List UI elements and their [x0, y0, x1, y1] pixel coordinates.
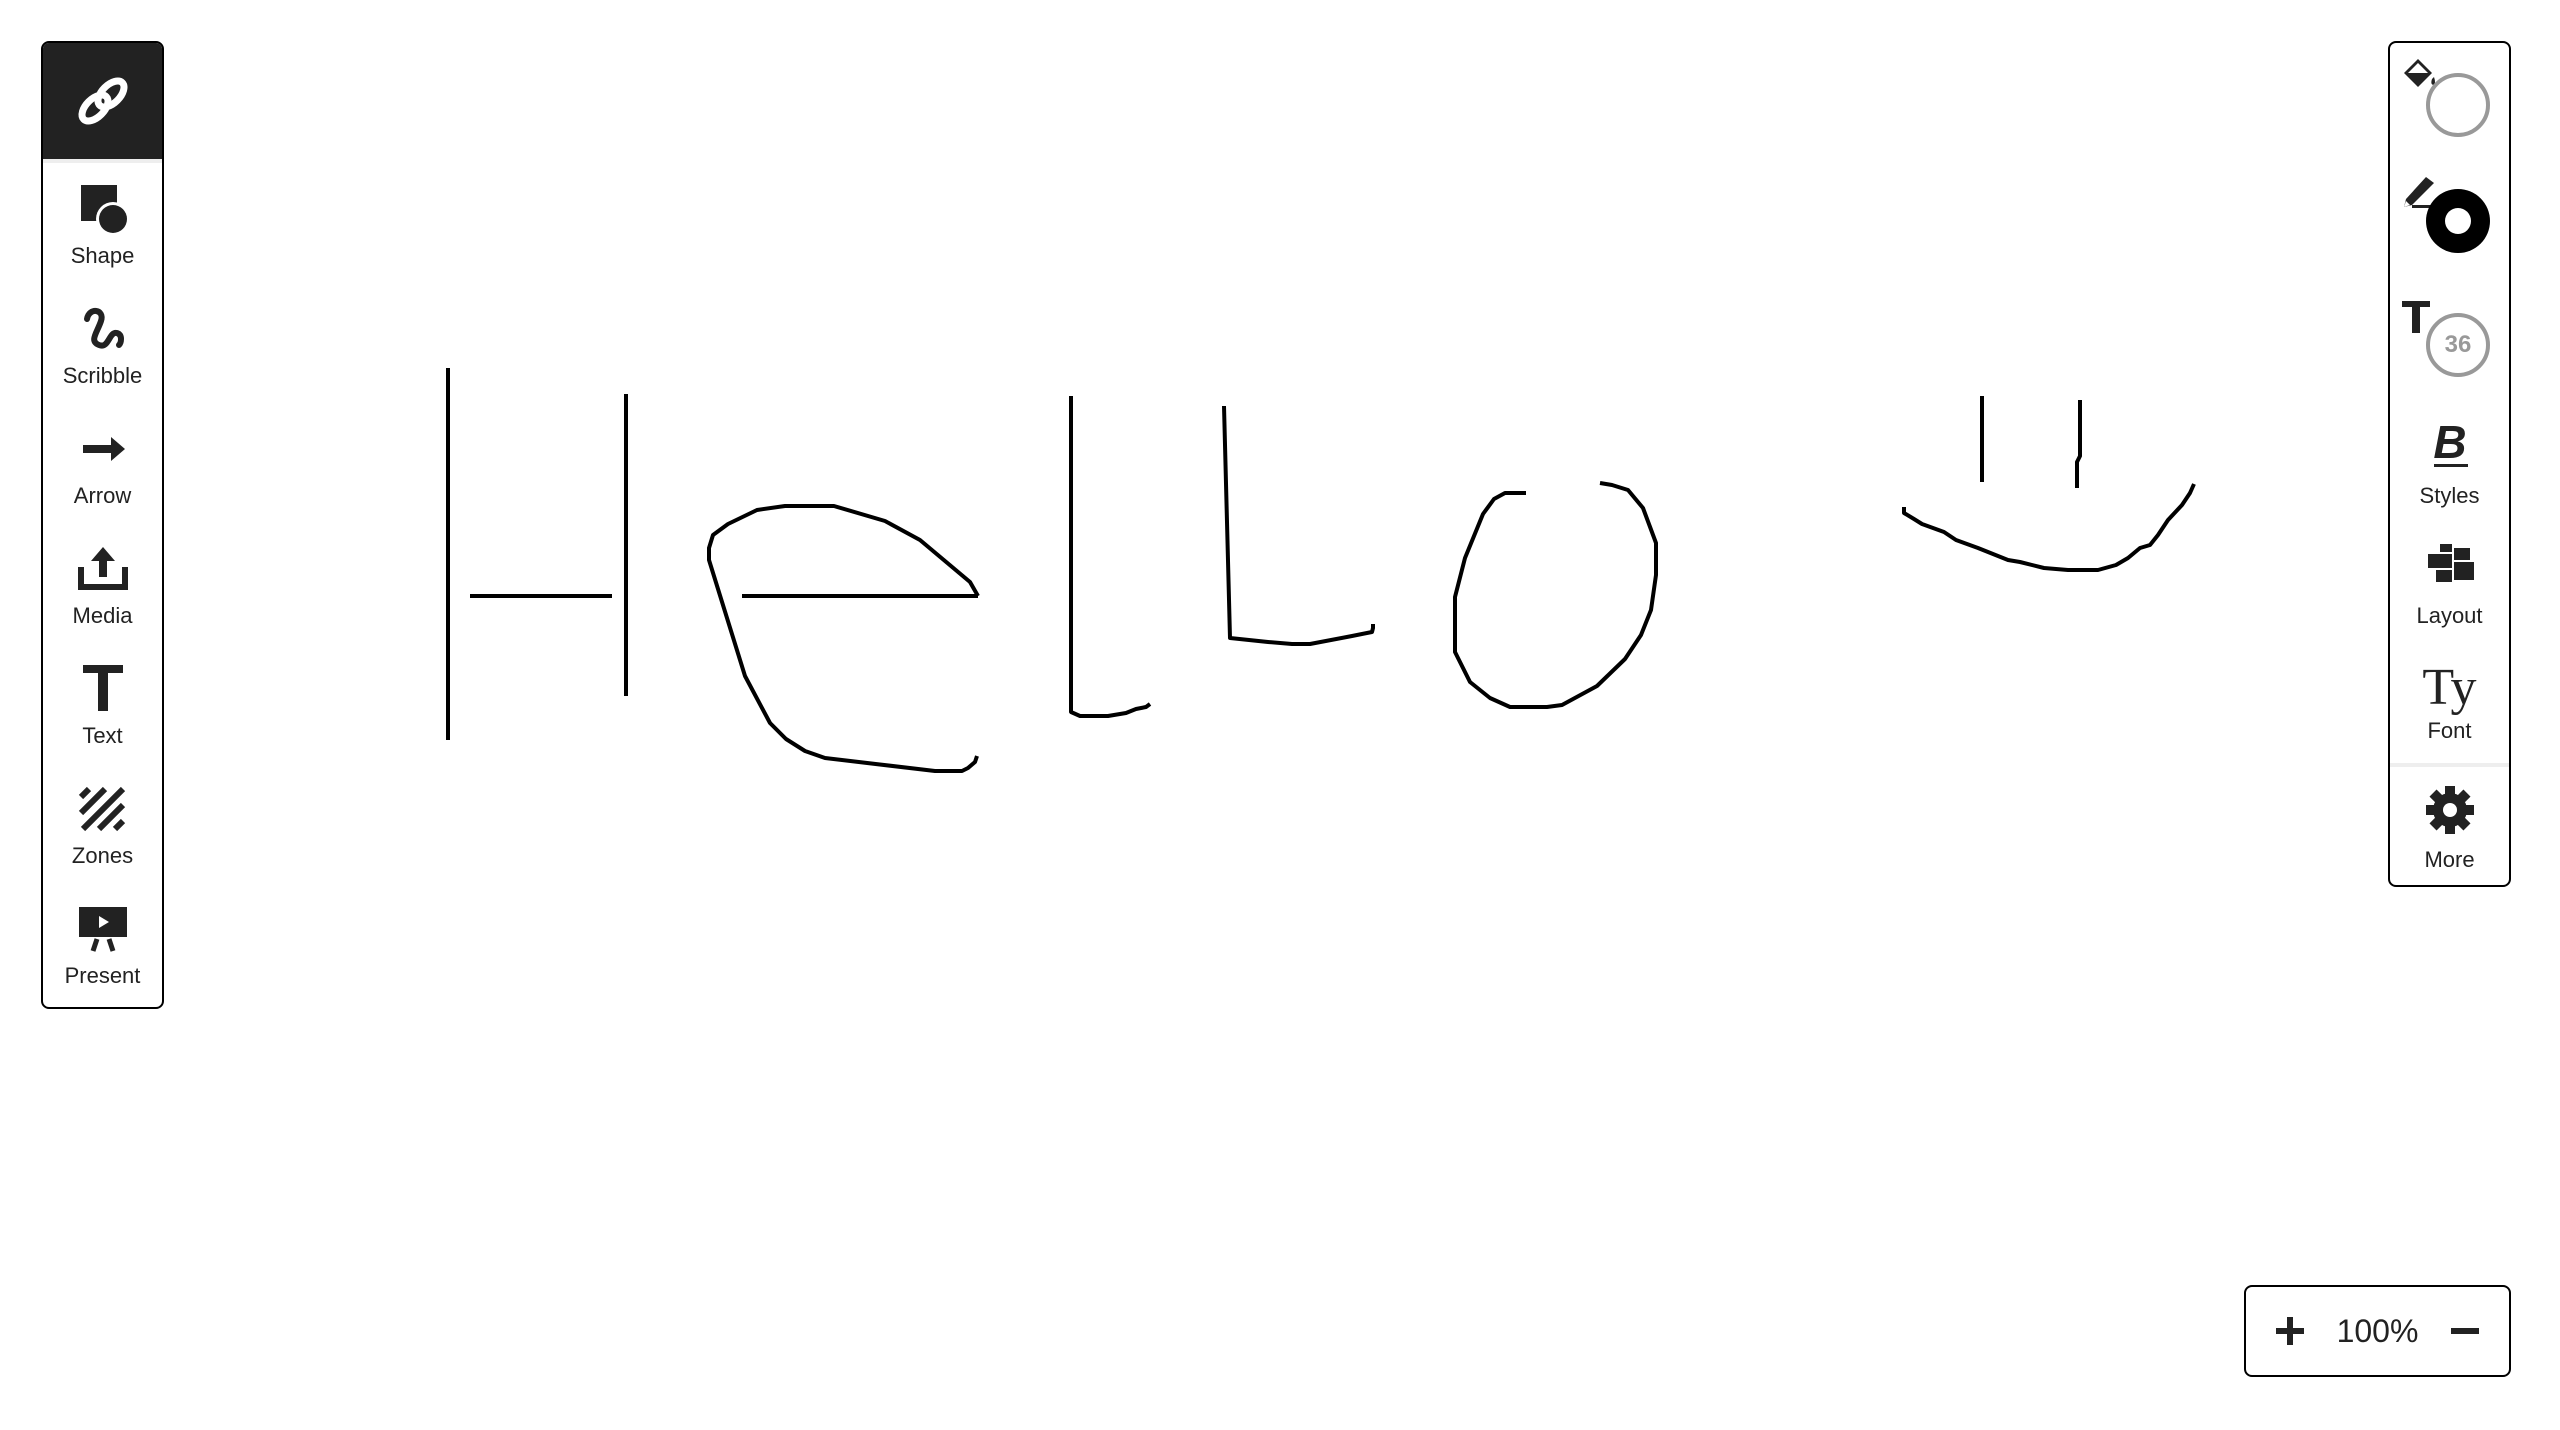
zoom-control: 100%: [2244, 1285, 2511, 1377]
tool-arrow[interactable]: Arrow: [43, 403, 162, 523]
two-linked-rings-logo-icon: [78, 77, 127, 125]
tool-label: Scribble: [62, 363, 143, 388]
tool-label: Media: [72, 603, 133, 628]
presentation-screen-icon: [73, 899, 133, 959]
stroke-o-left[interactable]: [1453, 481, 1658, 709]
tool-layout[interactable]: Layout: [2390, 523, 2509, 643]
logo[interactable]: [43, 43, 162, 163]
left-toolbar: Shape Scribble Arrow Media Text Zones Pr…: [41, 41, 164, 1009]
tool-label: Layout: [2416, 602, 2483, 628]
fill-color-picker[interactable]: [2390, 43, 2509, 163]
right-toolbar: 36 B Styles Layout Ty Font More: [2388, 41, 2511, 887]
plus-icon: [2276, 1317, 2304, 1345]
tool-label: Styles: [2419, 482, 2480, 508]
tool-styles[interactable]: B Styles: [2390, 403, 2509, 523]
gear-icon: [2422, 782, 2478, 843]
tool-label: Font: [2427, 718, 2472, 743]
fill-color-swatch[interactable]: [2426, 73, 2490, 137]
stroke-e-curve[interactable]: [707, 504, 980, 773]
tool-media[interactable]: Media: [43, 523, 162, 643]
tool-label: More: [2424, 846, 2475, 872]
arrow-right-icon: [73, 419, 133, 479]
tool-scribble[interactable]: Scribble: [43, 283, 162, 403]
stroke-smile-right-eye[interactable]: [2075, 400, 2082, 488]
zoom-in-button[interactable]: [2272, 1313, 2308, 1349]
typeface-ty-icon: Ty: [2422, 659, 2477, 716]
square-circle-icon: [73, 179, 133, 239]
zoom-out-button[interactable]: [2447, 1313, 2483, 1349]
tool-zones[interactable]: Zones: [43, 763, 162, 883]
minus-icon: [2451, 1328, 2479, 1334]
zoom-level: 100%: [2336, 1312, 2419, 1349]
drawing-canvas[interactable]: [0, 0, 2560, 1430]
tool-font[interactable]: Ty Font: [2390, 643, 2509, 763]
tool-label: Shape: [70, 243, 135, 268]
tool-label: Arrow: [73, 483, 132, 508]
upload-icon: [73, 539, 133, 599]
stroke-l2[interactable]: [1222, 405, 1375, 646]
tool-text[interactable]: Text: [43, 643, 162, 763]
tool-more[interactable]: More: [2390, 767, 2509, 885]
hatch-lines-icon: [73, 779, 133, 839]
stroke-color-swatch[interactable]: [2426, 189, 2490, 253]
svg-text:B: B: [2433, 418, 2466, 468]
squiggle-icon: [73, 299, 133, 359]
tool-shape[interactable]: Shape: [43, 163, 162, 283]
layout-blocks-icon: [2422, 538, 2478, 599]
text-size-swatch[interactable]: 36: [2426, 313, 2490, 377]
stroke-color-picker[interactable]: [2390, 163, 2509, 283]
tool-label: Present: [64, 963, 141, 988]
bold-underline-icon: B: [2422, 416, 2478, 479]
text-size-picker[interactable]: 36: [2390, 283, 2509, 403]
stroke-l1[interactable]: [1069, 396, 1152, 718]
tool-label: Zones: [71, 843, 134, 868]
tool-label: Text: [82, 723, 123, 748]
stroke-smile-mouth[interactable]: [1902, 483, 2196, 572]
tool-present[interactable]: Present: [43, 883, 162, 1003]
drawing-svg[interactable]: [0, 0, 2560, 1430]
text-t-icon: [73, 659, 133, 719]
